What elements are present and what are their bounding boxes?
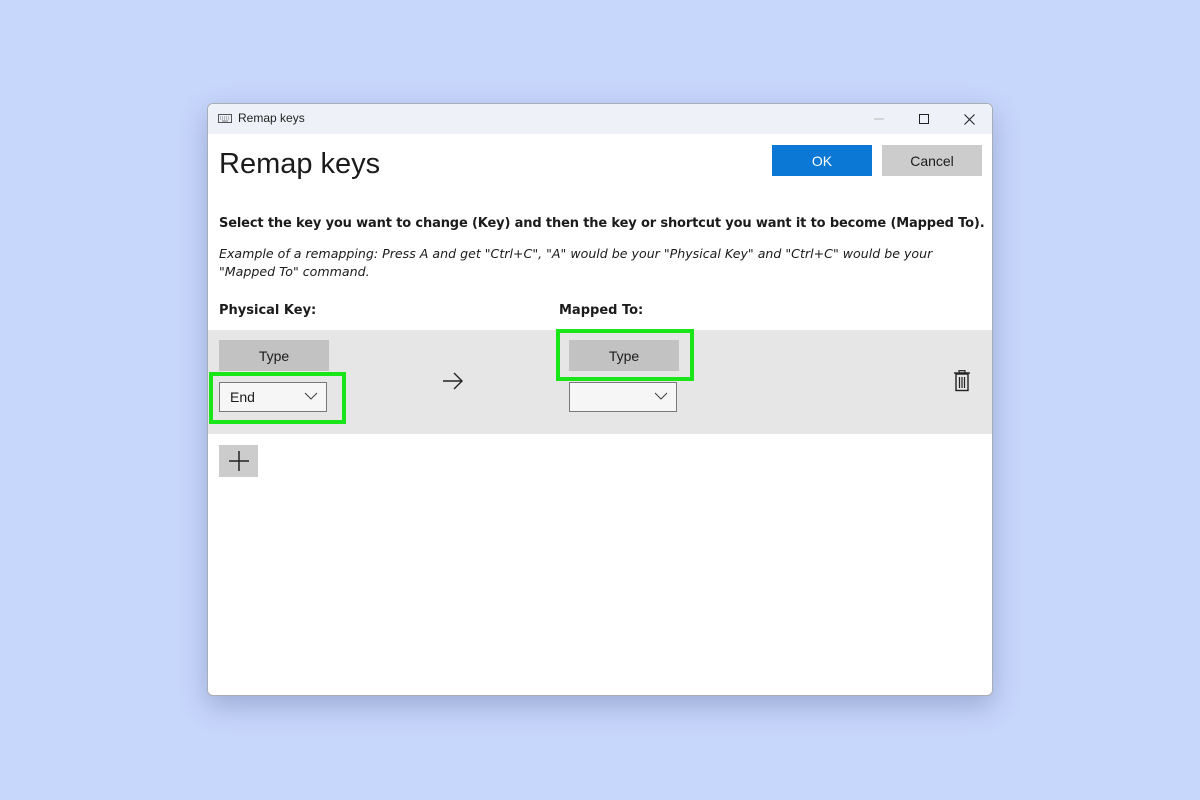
physical-type-button[interactable]: Type — [219, 340, 329, 371]
mapped-key-dropdown[interactable] — [569, 382, 677, 412]
add-mapping-button[interactable] — [219, 445, 258, 477]
maximize-icon — [919, 114, 929, 124]
highlight-mapped-type-button — [556, 329, 694, 381]
mapped-to-label: Mapped To: — [559, 303, 644, 318]
plus-icon — [228, 451, 249, 471]
minimize-button[interactable] — [856, 104, 902, 134]
highlight-physical-dropdown — [209, 372, 346, 424]
physical-key-label: Physical Key: — [219, 303, 317, 318]
chevron-down-icon — [654, 392, 668, 400]
remap-keys-window: Remap keys Remap keys OK Cancel Select t… — [207, 103, 993, 696]
mapping-row: Type End Type — [208, 329, 992, 434]
title-bar[interactable]: Remap keys — [208, 104, 992, 134]
trash-icon[interactable] — [953, 370, 971, 392]
close-icon — [963, 113, 975, 125]
ok-button[interactable]: OK — [772, 145, 872, 176]
minimize-icon — [874, 118, 884, 120]
maximize-button[interactable] — [901, 104, 947, 134]
keyboard-icon — [218, 114, 232, 123]
close-button[interactable] — [946, 104, 992, 134]
window-title: Remap keys — [238, 111, 305, 125]
page-title: Remap keys — [219, 148, 381, 180]
cancel-button[interactable]: Cancel — [882, 145, 982, 176]
arrow-right-icon — [443, 372, 463, 390]
example-text: Example of a remapping: Press A and get … — [219, 246, 933, 279]
instruction-text: Select the key you want to change (Key) … — [219, 216, 985, 231]
